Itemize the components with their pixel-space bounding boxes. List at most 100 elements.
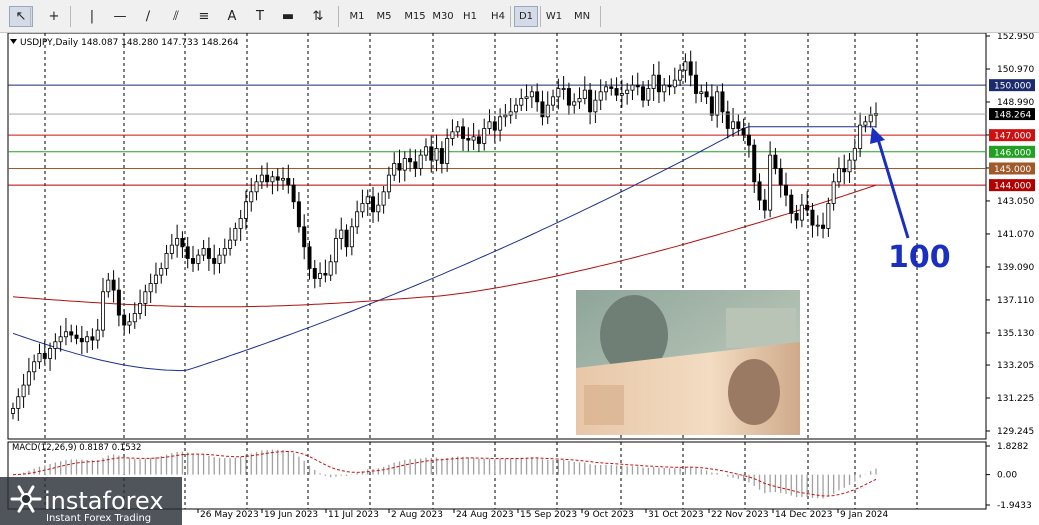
- candle[interactable]: [413, 149, 418, 177]
- candle[interactable]: [476, 129, 481, 152]
- candle[interactable]: [603, 80, 608, 101]
- trendline-tool[interactable]: ∕: [136, 6, 160, 27]
- candle[interactable]: [376, 192, 381, 222]
- candle[interactable]: [794, 204, 799, 229]
- candle[interactable]: [392, 152, 397, 181]
- candle[interactable]: [551, 89, 556, 111]
- candle[interactable]: [831, 173, 836, 211]
- candle[interactable]: [508, 97, 513, 124]
- candle[interactable]: [101, 277, 106, 338]
- candle[interactable]: [487, 109, 492, 135]
- candle[interactable]: [143, 284, 148, 316]
- candle[interactable]: [191, 245, 196, 272]
- candle[interactable]: [609, 78, 614, 96]
- candle[interactable]: [852, 138, 857, 170]
- candle[interactable]: [826, 197, 831, 237]
- candle[interactable]: [138, 289, 143, 320]
- candle[interactable]: [63, 317, 68, 346]
- candle[interactable]: [725, 100, 730, 139]
- candle[interactable]: [461, 118, 466, 151]
- candle[interactable]: [429, 135, 434, 173]
- candle[interactable]: [185, 236, 190, 269]
- candle[interactable]: [74, 325, 79, 345]
- candle[interactable]: [662, 77, 667, 102]
- candle[interactable]: [217, 247, 222, 274]
- candle[interactable]: [598, 79, 603, 110]
- candle[interactable]: [720, 83, 725, 123]
- candle[interactable]: [731, 107, 736, 137]
- arrows-tool[interactable]: ⇅: [306, 6, 330, 27]
- candle[interactable]: [582, 76, 587, 105]
- candle[interactable]: [291, 177, 296, 209]
- candle[interactable]: [842, 154, 847, 185]
- candle[interactable]: [302, 214, 307, 260]
- candle[interactable]: [736, 114, 741, 136]
- candle[interactable]: [386, 166, 391, 199]
- candle[interactable]: [858, 112, 863, 157]
- candle[interactable]: [148, 273, 153, 303]
- candle[interactable]: [169, 233, 174, 260]
- candle[interactable]: [577, 87, 582, 109]
- candle[interactable]: [296, 191, 301, 233]
- candle[interactable]: [815, 215, 820, 237]
- candle[interactable]: [863, 115, 868, 133]
- candle[interactable]: [715, 85, 720, 128]
- candle[interactable]: [683, 53, 688, 83]
- timeframe-d1[interactable]: D1: [514, 6, 538, 27]
- candle[interactable]: [466, 127, 471, 152]
- candle[interactable]: [206, 237, 211, 271]
- candle[interactable]: [132, 302, 137, 329]
- candle[interactable]: [847, 152, 852, 183]
- candle[interactable]: [593, 90, 598, 123]
- candle[interactable]: [196, 249, 201, 271]
- candle[interactable]: [339, 217, 344, 250]
- candle[interactable]: [561, 75, 566, 100]
- candle[interactable]: [85, 330, 90, 353]
- candle[interactable]: [625, 82, 630, 105]
- candle[interactable]: [656, 61, 661, 103]
- candle[interactable]: [333, 228, 338, 275]
- candle[interactable]: [402, 151, 407, 182]
- candle[interactable]: [153, 262, 158, 294]
- candle[interactable]: [79, 325, 84, 355]
- candle[interactable]: [90, 328, 95, 350]
- candle[interactable]: [32, 354, 37, 381]
- candle[interactable]: [699, 84, 704, 102]
- candle[interactable]: [678, 64, 683, 86]
- candle[interactable]: [630, 75, 635, 100]
- timeframe-h4[interactable]: H4: [486, 6, 510, 27]
- candle[interactable]: [836, 157, 841, 188]
- candle[interactable]: [667, 75, 672, 96]
- candle[interactable]: [122, 309, 127, 335]
- candle[interactable]: [471, 122, 476, 150]
- candle[interactable]: [651, 63, 656, 101]
- candle[interactable]: [349, 218, 354, 256]
- candle[interactable]: [222, 238, 227, 264]
- candle[interactable]: [646, 79, 651, 106]
- candle[interactable]: [783, 172, 788, 207]
- candle[interactable]: [159, 262, 164, 284]
- candle[interactable]: [212, 244, 217, 275]
- candle[interactable]: [513, 97, 518, 119]
- candle[interactable]: [175, 224, 180, 258]
- candle[interactable]: [127, 313, 132, 334]
- candle[interactable]: [423, 138, 428, 161]
- candle[interactable]: [164, 244, 169, 276]
- candle[interactable]: [360, 189, 365, 218]
- candle[interactable]: [344, 224, 349, 257]
- candle[interactable]: [180, 231, 185, 258]
- timeframe-h1[interactable]: H1: [458, 6, 482, 27]
- timeframe-m5[interactable]: M5: [372, 6, 396, 27]
- candle[interactable]: [48, 342, 53, 371]
- candle[interactable]: [529, 85, 534, 108]
- candle[interactable]: [233, 222, 238, 246]
- candle[interactable]: [249, 177, 254, 212]
- candle[interactable]: [312, 259, 317, 289]
- candle[interactable]: [746, 122, 751, 158]
- candle[interactable]: [789, 189, 794, 224]
- candle[interactable]: [810, 202, 815, 238]
- candle[interactable]: [371, 186, 376, 223]
- candle[interactable]: [365, 189, 370, 216]
- candle[interactable]: [69, 324, 74, 343]
- candle[interactable]: [397, 149, 402, 183]
